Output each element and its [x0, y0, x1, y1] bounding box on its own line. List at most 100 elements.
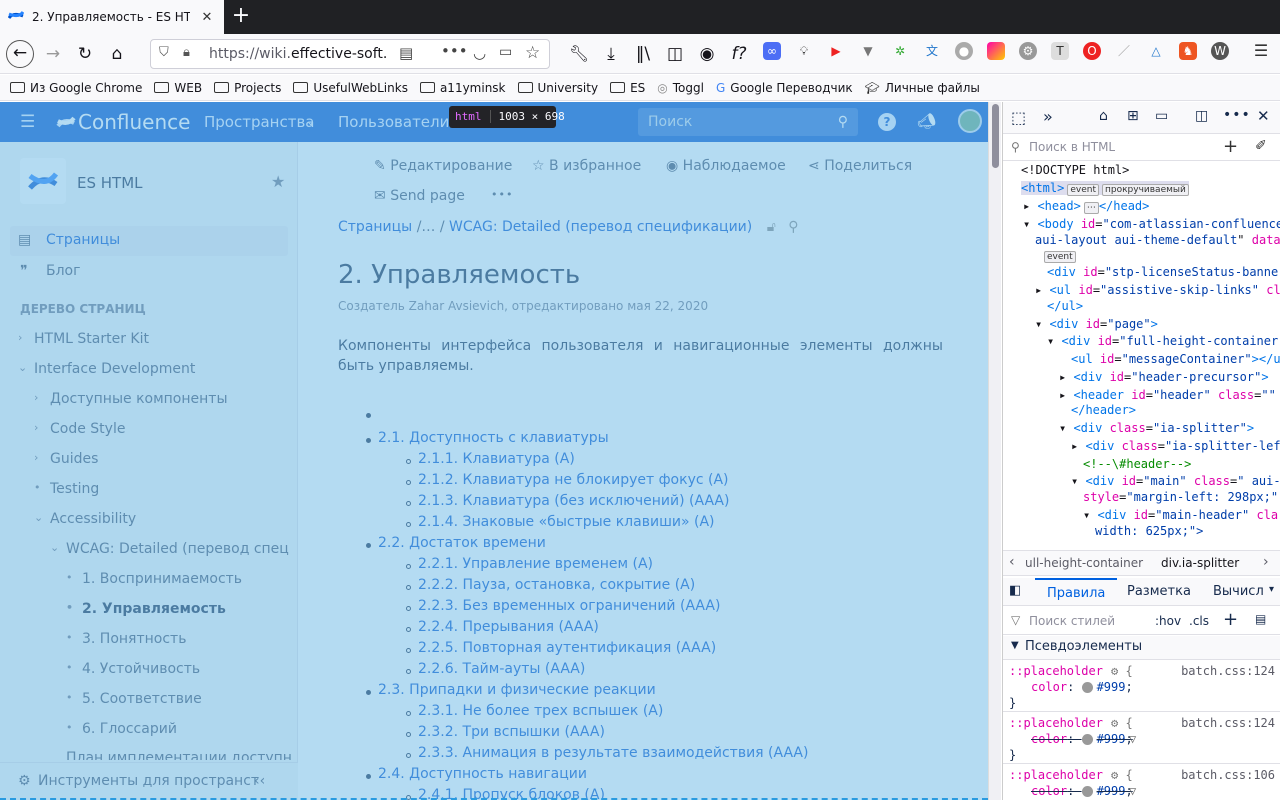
text-ext-icon[interactable]: T	[1051, 42, 1069, 60]
formula-icon[interactable]: f?	[726, 40, 752, 68]
rule-source-link[interactable]: batch.css:106	[1181, 768, 1275, 782]
chevron-right-icon[interactable]: ›	[34, 451, 38, 464]
toc-link[interactable]: 2.2.4. Прерывания (AAA)	[418, 619, 599, 635]
bookmark-item[interactable]: University	[517, 81, 598, 95]
tree-item[interactable]: План имплементации доступн	[66, 750, 292, 760]
lightbulb-icon[interactable]: 💡︎	[795, 42, 813, 60]
html-search-input[interactable]: Поиск в HTML	[1029, 140, 1115, 154]
toc-link[interactable]: 2.2.2. Пауза, остановка, сокрытие (А)	[418, 577, 695, 593]
bookmark-item[interactable]: Из Google Chrome	[10, 81, 142, 95]
extension-icon[interactable]: ∞	[763, 42, 781, 60]
tree-item[interactable]: › HTML Starter Kit	[18, 331, 149, 347]
rule-source-link[interactable]: batch.css:124	[1181, 664, 1275, 678]
bookmark-item[interactable]: Projects	[214, 81, 281, 95]
wrench-icon[interactable]: 🔧︎	[568, 40, 590, 68]
browser-tab[interactable]: 2. Управляемость - ES HTML - ✕	[0, 0, 224, 34]
bookmark-item[interactable]: ◎ Toggl	[657, 81, 704, 95]
markup-line[interactable]: <!DOCTYPE html>	[1021, 163, 1129, 177]
scrollbar-thumb[interactable]	[992, 104, 999, 168]
back-icon[interactable]: ←	[6, 40, 34, 68]
lock-icon[interactable]: 🔒︎	[183, 45, 190, 60]
collapse-icon[interactable]: ‹‹	[254, 773, 265, 789]
rule-source-link[interactable]: batch.css:124	[1181, 716, 1275, 730]
markup-line[interactable]: ▸ <head> ⋯ </head>	[1023, 199, 1149, 214]
chevron-right-icon[interactable]: ›	[1263, 554, 1269, 570]
markup-line[interactable]: <ul id="messageContainer"></u	[1071, 352, 1280, 366]
toc-link[interactable]: 2.3.1. Не более трех вспышек (А)	[418, 703, 663, 719]
css-rule[interactable]: ::placeholder ⚙ {batch.css:124 color: #999…	[1003, 660, 1280, 712]
account-icon[interactable]: ◉	[696, 40, 718, 68]
library-icon[interactable]: ‖\	[632, 40, 654, 68]
chevron-down-icon[interactable]: ▾	[1269, 584, 1274, 595]
toc-link[interactable]: 2.2. Достаток времени	[378, 535, 546, 551]
bookmark-item[interactable]: WEB	[154, 81, 202, 95]
space-tools[interactable]: ⚙ Инструменты для пространства ‹‹	[0, 762, 298, 800]
gear-ext-icon[interactable]: ⚙	[1019, 42, 1037, 60]
toc-link[interactable]: 2.1.1. Клавиатура (А)	[418, 451, 575, 467]
markup-crumb[interactable]: div.ia-splitter	[1161, 556, 1239, 570]
tree-item[interactable]: • Testing	[34, 481, 99, 497]
notifications-icon[interactable]: 📣︎	[917, 112, 936, 130]
url-bar[interactable]: ⛉ 🔒︎ https://wiki.effective-soft.co ▤ ••…	[150, 39, 550, 69]
tree-item[interactable]: › Code Style	[34, 421, 125, 437]
chevron-down-icon[interactable]: ⌄	[50, 541, 59, 554]
markup-line[interactable]: ▾ <body id="com-atlassian-confluence	[1023, 217, 1280, 231]
toc-link[interactable]: 2.4. Доступность навигации	[378, 766, 587, 782]
frames-icon[interactable]: ⊞	[1127, 108, 1139, 124]
eyedropper-icon[interactable]: ✐	[1255, 138, 1267, 154]
markup-line[interactable]: ▸ <div id="header-precursor">	[1059, 370, 1269, 384]
toc-link[interactable]: 2.2.6. Тайм-ауты (AAA)	[418, 661, 585, 677]
vue-icon[interactable]: ▼	[859, 42, 877, 60]
tab-computed[interactable]: Вычисл	[1213, 584, 1264, 599]
reader-view-icon[interactable]: ▤	[399, 44, 413, 62]
bookmark-item[interactable]: 🎓︎ Личные файлы	[865, 81, 980, 95]
container-icon[interactable]: ▭	[499, 44, 512, 60]
opera-ext-icon[interactable]: O	[1083, 42, 1101, 60]
markup-line[interactable]: ▸ <ul id="assistive-skip-links" cl	[1035, 283, 1280, 297]
new-tab-button[interactable]: +	[228, 0, 254, 34]
share-button[interactable]: ⋖ Поделиться	[808, 158, 912, 174]
tab-close-icon[interactable]: ✕	[198, 10, 216, 25]
tree-item[interactable]: ⌄ Accessibility	[34, 511, 136, 527]
responsive-icon[interactable]: ⌂	[1099, 108, 1108, 124]
dock-icon[interactable]: ◫	[1195, 108, 1208, 124]
tree-item[interactable]: • 6. Глоссарий	[66, 721, 177, 737]
chevron-down-icon[interactable]: ⌄	[18, 361, 27, 374]
watch-button[interactable]: ◉ Наблюдаемое	[666, 158, 786, 174]
sidebar-item-blog[interactable]: Блог	[46, 263, 80, 279]
toc-link[interactable]: 2.1.2. Клавиатура не блокирует фокус (А)	[418, 472, 729, 488]
shield-icon[interactable]: ⛉	[159, 45, 169, 60]
rule-declaration[interactable]: color: #999;	[1031, 680, 1133, 694]
page-actions-icon[interactable]: •••	[441, 42, 468, 60]
toc-link[interactable]: 2.2.1. Управление временем (А)	[418, 556, 653, 572]
hamburger-icon[interactable]: ☰	[20, 102, 35, 142]
toc-link[interactable]: 2.4.1. Пропуск блоков (А)	[418, 787, 605, 800]
play-icon[interactable]: ▶	[827, 42, 845, 60]
toc-link[interactable]: 2.2.5. Повторная аутентификация (AAA)	[418, 640, 716, 656]
chevron-right-icon[interactable]: ›	[34, 421, 38, 434]
css-rule[interactable]: ::placeholder ⚙ {batch.css:124 color: #999…	[1003, 712, 1280, 764]
tree-item[interactable]: • 1. Воспринимаемость	[66, 571, 242, 587]
event-badge[interactable]: event	[1067, 184, 1099, 196]
sidebar-item-pages[interactable]: ▤ Страницы	[10, 226, 288, 256]
chevron-down-icon[interactable]: ⌄	[34, 511, 43, 524]
markup-line[interactable]: ▾ <div id="main" class=" aui-	[1071, 474, 1280, 488]
fox-ext-icon[interactable]: ♞	[1179, 42, 1197, 60]
toc-link[interactable]: 2.3.3. Анимация в результате взаимодейст…	[418, 745, 808, 761]
favorite-button[interactable]: ☆ В избранное	[532, 158, 641, 174]
rule-declaration[interactable]: color: #999;	[1031, 784, 1133, 798]
search-input[interactable]: Поиск	[648, 108, 692, 136]
toc-link[interactable]: 2.2.3. Без временных ограничений (AAA)	[418, 598, 720, 614]
breadcrumb-ellipsis[interactable]: …	[421, 219, 435, 235]
w-ext-icon[interactable]: W	[1211, 42, 1229, 60]
tree-item[interactable]: › Доступные компоненты	[34, 391, 228, 407]
cls-button[interactable]: .cls	[1189, 614, 1209, 628]
tree-item[interactable]: ⌄ Interface Development	[18, 361, 195, 377]
styles-filter-input[interactable]: Поиск стилей	[1029, 614, 1115, 628]
avatar[interactable]	[958, 109, 982, 133]
space-name[interactable]: ES HTML	[77, 174, 143, 192]
toc-link[interactable]: 2.1. Доступность с клавиатуры	[378, 430, 609, 446]
markup-line[interactable]: <!--\#header-->	[1083, 457, 1191, 471]
filter-icon[interactable]: ▽	[1129, 784, 1136, 798]
tree-item[interactable]: • 3. Понятность	[66, 631, 186, 647]
